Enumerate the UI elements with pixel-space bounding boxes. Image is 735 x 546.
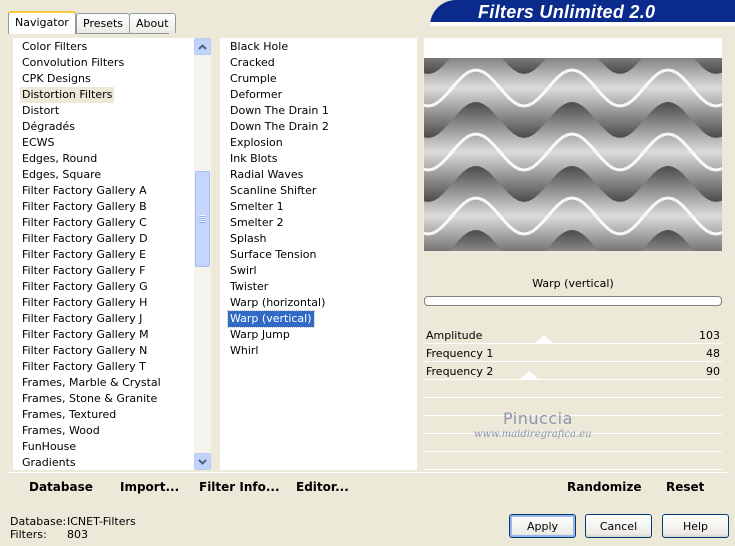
tab-about[interactable]: About bbox=[129, 13, 176, 33]
watermark-url: www.maidiregrafica.eu bbox=[474, 429, 592, 440]
category-item[interactable]: Filter Factory Gallery D bbox=[20, 231, 150, 247]
progress-bar bbox=[424, 296, 722, 306]
scroll-down-button[interactable] bbox=[194, 453, 211, 470]
category-item[interactable]: Frames, Textured bbox=[20, 407, 118, 423]
apply-button[interactable]: Apply bbox=[509, 514, 576, 538]
import-button[interactable]: Import... bbox=[120, 480, 179, 494]
filter-item[interactable]: Deformer bbox=[228, 87, 284, 103]
title-banner: Filters Unlimited 2.0 bbox=[430, 0, 735, 26]
category-item[interactable]: Filter Factory Gallery G bbox=[20, 279, 150, 295]
randomize-button[interactable]: Randomize bbox=[567, 480, 641, 494]
filter-item[interactable]: Warp (vertical) bbox=[227, 310, 315, 328]
warp-preview-image bbox=[424, 58, 722, 251]
filter-item[interactable]: Explosion bbox=[228, 135, 285, 151]
filter-list[interactable]: Black Hole Cracked Crumple Deformer Down The… bbox=[220, 38, 417, 470]
help-label: Help bbox=[682, 519, 709, 533]
preview-top-margin bbox=[424, 38, 722, 58]
filter-item[interactable]: Warp (horizontal) bbox=[228, 295, 327, 311]
param-label-frequency-2: Frequency 2 bbox=[426, 365, 494, 378]
amplitude-slider-marker[interactable] bbox=[535, 335, 553, 343]
category-item[interactable]: Gradients bbox=[20, 455, 78, 471]
param-value-amplitude: 103 bbox=[699, 329, 720, 342]
param-label-frequency-1: Frequency 1 bbox=[426, 347, 494, 360]
category-item[interactable]: Edges, Square bbox=[20, 167, 103, 183]
category-item[interactable]: Distort bbox=[20, 103, 61, 119]
filter-item[interactable]: Whirl bbox=[228, 343, 260, 359]
category-item[interactable]: Filter Factory Gallery H bbox=[20, 295, 149, 311]
category-item[interactable]: Filter Factory Gallery F bbox=[20, 263, 147, 279]
editor-button[interactable]: Editor... bbox=[296, 480, 349, 494]
apply-label: Apply bbox=[526, 519, 559, 533]
category-item[interactable]: Distortion Filters bbox=[20, 87, 115, 103]
filter-item[interactable]: Down The Drain 1 bbox=[228, 103, 331, 119]
frequency-2-slider-marker[interactable] bbox=[520, 371, 538, 379]
filter-item[interactable]: Scanline Shifter bbox=[228, 183, 318, 199]
category-item[interactable]: Filter Factory Gallery M bbox=[20, 327, 151, 343]
param-value-frequency-2: 90 bbox=[706, 365, 720, 378]
database-button[interactable]: Database bbox=[29, 480, 93, 494]
category-item[interactable]: Filter Factory Gallery T bbox=[20, 359, 148, 375]
filter-item[interactable]: Crumple bbox=[228, 71, 279, 87]
category-item[interactable]: Convolution Filters bbox=[20, 55, 126, 71]
status-filters-label: Filters: bbox=[10, 528, 47, 541]
filter-item[interactable]: Ink Blots bbox=[228, 151, 279, 167]
filter-item[interactable]: Warp Jump bbox=[228, 327, 292, 343]
filter-item[interactable]: Surface Tension bbox=[228, 247, 318, 263]
status-database-label: Database: bbox=[10, 515, 67, 528]
category-item[interactable]: Frames, Wood bbox=[20, 423, 102, 439]
chevron-up-icon bbox=[198, 43, 207, 50]
category-item[interactable]: Frames, Stone & Granite bbox=[20, 391, 159, 407]
scroll-thumb[interactable] bbox=[195, 171, 210, 267]
category-scrollbar[interactable] bbox=[194, 38, 211, 470]
filter-item[interactable]: Splash bbox=[228, 231, 268, 247]
category-item[interactable]: Filter Factory Gallery A bbox=[20, 183, 149, 199]
chevron-down-icon bbox=[198, 458, 207, 465]
filter-item[interactable]: Down The Drain 2 bbox=[228, 119, 331, 135]
banner-title: Filters Unlimited 2.0 bbox=[478, 2, 656, 22]
cancel-button[interactable]: Cancel bbox=[585, 514, 652, 538]
filter-item[interactable]: Black Hole bbox=[228, 39, 290, 55]
filter-info-button[interactable]: Filter Info... bbox=[199, 480, 280, 494]
watermark-name: Pinuccia bbox=[503, 409, 573, 428]
category-item[interactable]: Frames, Marble & Crystal bbox=[20, 375, 163, 391]
filter-item[interactable]: Cracked bbox=[228, 55, 277, 71]
category-item[interactable]: CPK Designs bbox=[20, 71, 93, 87]
filter-preview bbox=[424, 58, 722, 251]
filter-item[interactable]: Smelter 1 bbox=[228, 199, 286, 215]
status-database-value: ICNET-Filters bbox=[67, 515, 136, 528]
category-item[interactable]: Filter Factory Gallery B bbox=[20, 199, 149, 215]
tab-about-label: About bbox=[136, 17, 169, 30]
category-item[interactable]: Edges, Round bbox=[20, 151, 99, 167]
param-value-frequency-1: 48 bbox=[706, 347, 720, 360]
divider bbox=[8, 472, 727, 473]
grip-icon bbox=[199, 215, 206, 223]
param-label-amplitude: Amplitude bbox=[426, 329, 483, 342]
cancel-label: Cancel bbox=[599, 519, 638, 533]
reset-button[interactable]: Reset bbox=[666, 480, 704, 494]
param-row-empty-2 bbox=[424, 399, 722, 416]
category-item[interactable]: Filter Factory Gallery J bbox=[20, 311, 144, 327]
category-list[interactable]: Color Filters Convolution Filters CPK Desi… bbox=[13, 38, 194, 470]
filter-item[interactable]: Swirl bbox=[228, 263, 259, 279]
category-item[interactable]: Dégradés bbox=[20, 119, 77, 135]
category-item[interactable]: ECWS bbox=[20, 135, 57, 151]
category-item[interactable]: Color Filters bbox=[20, 39, 89, 55]
help-button[interactable]: Help bbox=[662, 514, 729, 538]
filter-item[interactable]: Twister bbox=[228, 279, 270, 295]
tab-presets-label: Presets bbox=[83, 17, 124, 30]
param-row-empty-5 bbox=[424, 453, 722, 470]
filter-item[interactable]: Radial Waves bbox=[228, 167, 305, 183]
scroll-up-button[interactable] bbox=[194, 38, 211, 55]
category-item[interactable]: FunHouse bbox=[20, 439, 78, 455]
filter-item[interactable]: Smelter 2 bbox=[228, 215, 286, 231]
tab-presets[interactable]: Presets bbox=[76, 13, 131, 33]
category-item[interactable]: Filter Factory Gallery C bbox=[20, 215, 149, 231]
tab-navigator[interactable]: Navigator bbox=[8, 11, 76, 34]
param-row-empty-1 bbox=[424, 381, 722, 398]
category-item[interactable]: Filter Factory Gallery N bbox=[20, 343, 149, 359]
status-filters-value: 803 bbox=[67, 528, 88, 541]
tab-navigator-label: Navigator bbox=[15, 16, 69, 29]
category-item[interactable]: Filter Factory Gallery E bbox=[20, 247, 148, 263]
filter-title: Warp (vertical) bbox=[532, 277, 614, 290]
